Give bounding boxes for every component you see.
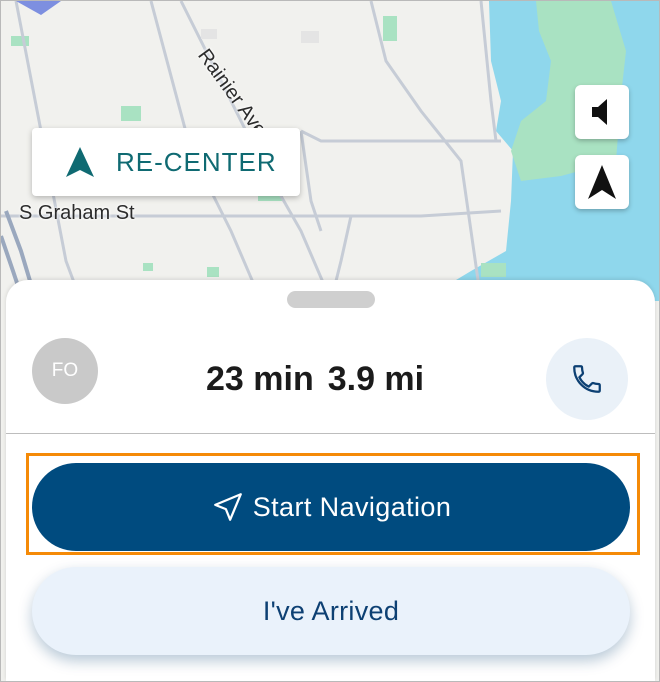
arrived-label: I've Arrived: [262, 595, 400, 626]
call-button[interactable]: [546, 338, 628, 420]
app-frame: Rainier Ave S S Graham St RE-CENTER FO 2…: [0, 0, 660, 682]
drag-handle[interactable]: [287, 291, 375, 308]
north-arrow-icon: [588, 165, 616, 199]
navigation-arrow-outline-icon: [211, 490, 245, 524]
map-view[interactable]: Rainier Ave S S Graham St RE-CENTER: [1, 1, 659, 301]
avatar-initials: FO: [51, 360, 79, 381]
recenter-label: RE-CENTER: [116, 147, 277, 177]
eta-time: 23 min: [206, 360, 314, 398]
avatar: FO: [32, 338, 98, 404]
phone-icon: [573, 365, 601, 393]
speaker-icon: [592, 99, 607, 125]
sound-toggle-button[interactable]: [575, 85, 629, 139]
compass-button[interactable]: [575, 155, 629, 209]
arrived-button[interactable]: I've Arrived: [32, 567, 630, 655]
sheet-divider: [6, 433, 655, 434]
start-navigation-label: Start Navigation: [252, 491, 452, 522]
start-navigation-button[interactable]: Start Navigation: [32, 463, 630, 551]
eta-summary: 23 min 3.9 mi: [206, 360, 424, 399]
recenter-button[interactable]: RE-CENTER: [32, 128, 300, 196]
eta-distance: 3.9 mi: [327, 360, 425, 398]
street-label-graham: S Graham St: [19, 202, 135, 224]
